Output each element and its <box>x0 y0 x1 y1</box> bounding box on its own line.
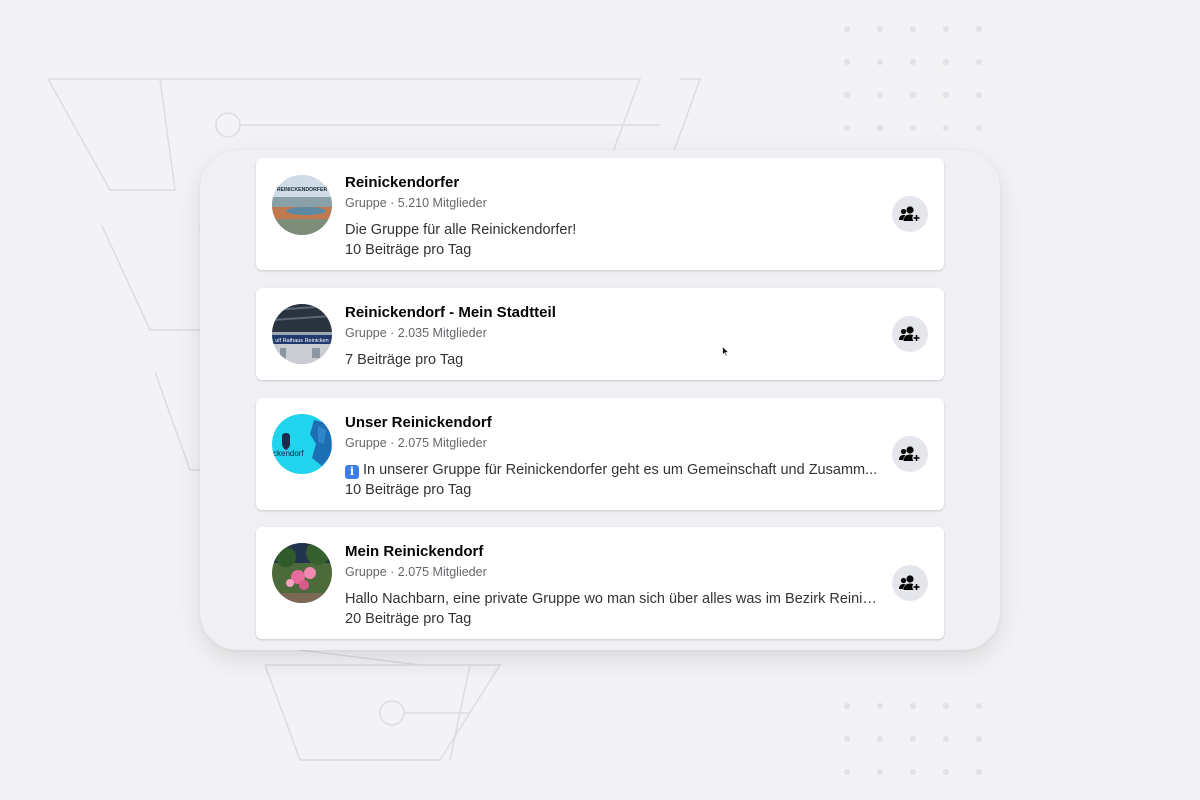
group-description-text: In unserer Gruppe für Reinickendorfer ge… <box>363 462 878 478</box>
group-post-rate: 7 Beiträge pro Tag <box>345 352 464 368</box>
join-group-button[interactable] <box>892 316 928 352</box>
dot-grid-bottom <box>844 703 982 775</box>
group-description: i In unserer Gruppe für Reinickendorfer g… <box>345 460 878 480</box>
group-avatar[interactable]: REINICKENDORFER <box>272 175 332 235</box>
group-meta: Gruppe · 2.035 Mitglieder <box>345 326 487 340</box>
group-description: Hallo Nachbarn, eine private Gruppe wo m… <box>345 591 878 607</box>
join-group-icon <box>899 575 921 592</box>
avatar-lettering: ulf Rathaus Reinicken <box>275 338 329 344</box>
group-meta: Gruppe · 5.210 Mitglieder <box>345 196 487 210</box>
group-post-rate: 10 Beiträge pro Tag <box>345 482 472 498</box>
join-group-icon <box>899 206 921 223</box>
group-title[interactable]: Reinickendorfer <box>345 174 878 192</box>
group-post-rate: 10 Beiträge pro Tag <box>345 242 472 258</box>
avatar-lettering: ckendorf <box>273 449 304 458</box>
join-group-icon <box>899 326 921 343</box>
group-card-mein-stadtteil[interactable]: ulf Rathaus Reinicken Reinickendorf - Me… <box>256 288 944 380</box>
group-post-rate: 20 Beiträge pro Tag <box>345 611 472 627</box>
group-title[interactable]: Mein Reinickendorf <box>345 543 878 561</box>
group-card-mein-reinickendorf[interactable]: Mein Reinickendorf Gruppe · 2.075 Mitgli… <box>256 527 944 639</box>
information-emoji-icon: i <box>345 465 359 479</box>
join-group-button[interactable] <box>892 196 928 232</box>
dot-grid-top <box>844 26 982 131</box>
group-card-unser-reinickendorf[interactable]: ckendorf Unser Reinickendorf Gruppe · 2.… <box>256 398 944 510</box>
join-group-button[interactable] <box>892 565 928 601</box>
join-group-button[interactable] <box>892 436 928 472</box>
avatar-lettering: REINICKENDORFER <box>277 187 328 193</box>
group-meta: Gruppe · 2.075 Mitglieder <box>345 565 487 579</box>
group-description: Die Gruppe für alle Reinickendorfer! <box>345 222 577 238</box>
mouse-cursor-icon <box>722 346 730 357</box>
group-avatar[interactable]: ulf Rathaus Reinicken <box>272 304 332 364</box>
group-title[interactable]: Reinickendorf - Mein Stadtteil <box>345 304 878 322</box>
groups-panel: REINICKENDORFER Reinickendorfer Gruppe ·… <box>200 150 1000 650</box>
group-avatar[interactable] <box>272 543 332 603</box>
group-title[interactable]: Unser Reinickendorf <box>345 414 878 432</box>
group-avatar[interactable]: ckendorf <box>272 414 332 474</box>
group-meta: Gruppe · 2.075 Mitglieder <box>345 436 487 450</box>
group-card-reinickendorfer[interactable]: REINICKENDORFER Reinickendorfer Gruppe ·… <box>256 158 944 270</box>
join-group-icon <box>899 446 921 463</box>
